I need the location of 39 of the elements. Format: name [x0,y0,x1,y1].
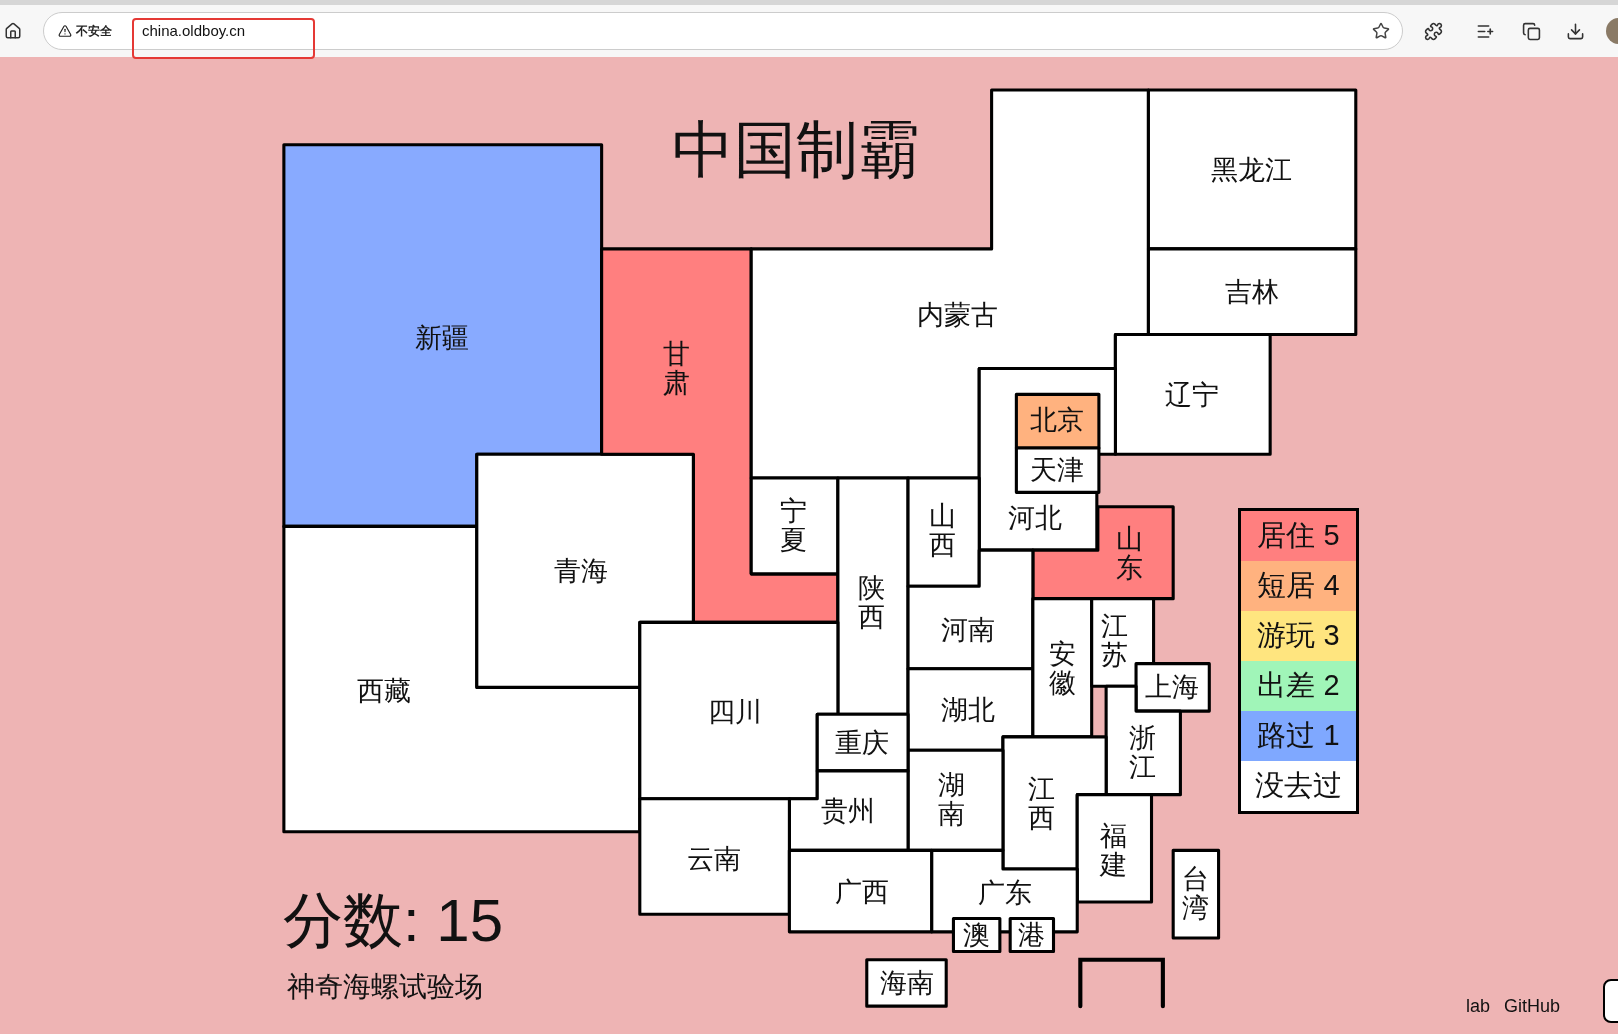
footer-link[interactable]: GitHub [1504,993,1561,1020]
province-tile[interactable]: 福建 [1075,793,1154,904]
province-tile[interactable]: 吉林 [1146,247,1358,337]
legend-item[interactable]: 短居 4 [1241,561,1356,611]
province-tile[interactable]: 海南 [865,958,948,1008]
province-tile[interactable]: 澳 [951,916,1002,953]
warning-icon [58,24,72,38]
legend-item[interactable]: 出差 2 [1241,661,1356,711]
security-label: 不安全 [76,23,112,40]
province-tile[interactable]: 黑龙江 [1146,88,1358,251]
province-tile[interactable]: 港 [1008,916,1056,953]
province-tile[interactable]: 上海 [1134,662,1211,713]
url-text: china.oldboy.cn [142,20,246,41]
star-icon[interactable] [1372,22,1390,40]
legend-item[interactable]: 游玩 3 [1241,611,1356,661]
province-tile[interactable]: 贵州 [787,769,910,852]
legend-item[interactable]: 居住 5 [1241,511,1356,561]
province-tile[interactable]: 重庆 [815,712,910,773]
province-tile[interactable]: 宁夏 [749,476,840,576]
address-bar[interactable]: 不安全 china.oldboy.cn [43,12,1403,50]
province-tile[interactable]: 青海 [475,452,695,689]
subtitle-text: 神奇海螺试验场 [287,973,483,1001]
legend-item[interactable]: 没去过 [1241,761,1356,811]
province-tile[interactable]: 山西 [906,476,981,588]
province-tile[interactable]: 北京 [1014,392,1101,450]
province-tile[interactable]: 天津 [1014,446,1101,494]
legend-item[interactable]: 路过 1 [1241,711,1356,761]
province-tile[interactable]: 辽宁 [1113,332,1272,456]
province-tile[interactable]: 台湾 [1171,848,1221,940]
province-tile[interactable]: 云南 [638,797,791,916]
footer-link[interactable]: lab [1466,993,1491,1020]
score-text: 分数: 15 [283,891,504,951]
province-tile[interactable]: 陕西 [836,476,910,716]
download-icon[interactable] [1566,21,1585,41]
puzzle-icon[interactable] [1424,21,1443,41]
home-icon[interactable] [4,22,22,40]
province-tile[interactable]: 新疆 [282,143,604,528]
province-tile[interactable]: 江苏 [1090,597,1156,688]
collections-icon[interactable] [1522,21,1541,41]
